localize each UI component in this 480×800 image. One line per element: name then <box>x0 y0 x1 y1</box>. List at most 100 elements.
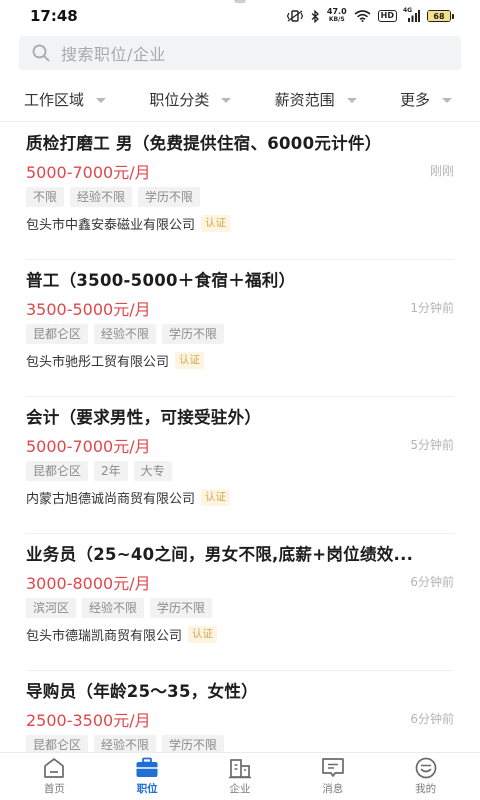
job-tag: 学历不限 <box>150 598 213 618</box>
job-tag: 滨河区 <box>26 598 77 618</box>
job-title: 会计（要求男性，可接受驻外） <box>26 408 262 427</box>
filter-bar: 工作区域 职位分类 薪资范围 更多 <box>0 78 480 122</box>
job-card[interactable]: 质检打磨工 男（免费提供住宿、6000元计件） 5000-7000元/月 刚刚 … <box>26 123 454 260</box>
job-tag: 学历不限 <box>162 324 225 344</box>
job-tag: 昆都仑区 <box>26 461 89 481</box>
job-list[interactable]: 质检打磨工 男（免费提供住宿、6000元计件） 5000-7000元/月 刚刚 … <box>0 123 480 753</box>
nav-companies[interactable]: 企业 <box>200 754 280 800</box>
hd-badge: HD <box>377 10 397 22</box>
job-title: 质检打磨工 男（免费提供住宿、6000元计件） <box>26 134 382 153</box>
signal-icon: 4G <box>403 7 420 22</box>
job-tag: 昆都仑区 <box>26 735 89 753</box>
battery-level: 68 <box>428 11 450 21</box>
search-icon <box>31 43 51 63</box>
nav-label: 职位 <box>136 783 158 795</box>
nav-label: 消息 <box>322 783 344 795</box>
search-input[interactable]: 搜索职位/企业 <box>19 36 461 70</box>
job-company: 包头市中鑫安泰磁业有限公司 认证 <box>26 214 231 233</box>
job-salary: 5000-7000元/月 <box>26 437 151 456</box>
filter-label: 工作区域 <box>24 91 85 109</box>
job-tags: 昆都仑区 经验不限 学历不限 <box>26 324 225 344</box>
filter-job-category[interactable]: 职位分类 <box>149 89 232 110</box>
job-post-time: 刚刚 <box>429 164 454 178</box>
job-tag: 昆都仑区 <box>26 324 89 344</box>
job-salary: 5000-7000元/月 <box>26 163 151 182</box>
job-salary: 3500-5000元/月 <box>26 300 151 319</box>
job-tags: 不限 经验不限 学历不限 <box>26 187 201 207</box>
job-company: 包头市德瑞凯商贸有限公司 认证 <box>26 625 218 644</box>
job-company: 包头市驰彤工贸有限公司 认证 <box>26 351 205 370</box>
job-tags: 昆都仑区 经验不限 学历不限 <box>26 735 225 753</box>
vibrate-icon <box>286 10 304 22</box>
wifi-icon <box>354 10 371 22</box>
caret-down-icon <box>96 98 107 103</box>
job-card[interactable]: 导购员（年龄25～35，女性） 2500-3500元/月 6分钟前 昆都仑区 经… <box>26 671 454 753</box>
caret-down-icon <box>346 98 357 103</box>
app-screen: 17:48 47.0 KB/S HD 4G 68 搜索职位/企业 工作区域 职位… <box>0 0 480 800</box>
message-icon <box>321 757 345 779</box>
job-salary: 3000-8000元/月 <box>26 574 151 593</box>
job-card[interactable]: 普工（3500-5000＋食宿＋福利） 3500-5000元/月 1分钟前 昆都… <box>26 260 454 397</box>
job-card[interactable]: 业务员（25~40之间，男女不限,底薪+岗位绩效... 3000-8000元/月… <box>26 534 454 671</box>
job-tag: 经验不限 <box>94 324 157 344</box>
job-card[interactable]: 会计（要求男性，可接受驻外） 5000-7000元/月 5分钟前 昆都仑区 2年… <box>26 397 454 534</box>
signal-label: 4G <box>403 7 413 14</box>
job-post-time: 6分钟前 <box>410 575 454 589</box>
filter-more[interactable]: 更多 <box>400 89 452 110</box>
status-time: 17:48 <box>30 7 78 25</box>
bluetooth-icon <box>311 9 320 23</box>
nav-label: 企业 <box>229 783 251 795</box>
verified-badge: 认证 <box>201 489 231 506</box>
battery-icon: 68 <box>427 10 454 22</box>
building-icon <box>228 757 252 779</box>
job-title: 普工（3500-5000＋食宿＋福利） <box>26 271 296 290</box>
nav-home[interactable]: 首页 <box>14 754 94 800</box>
nav-jobs[interactable]: 职位 <box>107 754 187 800</box>
job-title: 业务员（25~40之间，男女不限,底薪+岗位绩效... <box>26 545 414 564</box>
company-name: 包头市驰彤工贸有限公司 <box>26 355 170 370</box>
profile-icon <box>414 757 438 779</box>
caret-down-icon <box>442 98 452 103</box>
status-icons: 47.0 KB/S HD 4G 68 <box>286 7 454 24</box>
search-placeholder: 搜索职位/企业 <box>61 45 166 64</box>
job-post-time: 6分钟前 <box>410 712 454 726</box>
nav-profile[interactable]: 我的 <box>386 754 466 800</box>
status-bar: 17:48 47.0 KB/S HD 4G 68 <box>0 0 480 32</box>
job-company: 内蒙古旭德诚尚商贸有限公司 认证 <box>26 488 231 507</box>
verified-badge: 认证 <box>188 626 218 643</box>
job-title: 导购员（年龄25～35，女性） <box>26 682 258 701</box>
job-tag: 学历不限 <box>138 187 201 207</box>
top-notch <box>234 0 246 3</box>
company-name: 包头市德瑞凯商贸有限公司 <box>26 629 183 644</box>
filter-label: 更多 <box>399 91 430 109</box>
caret-down-icon <box>221 98 232 103</box>
filter-work-area[interactable]: 工作区域 <box>24 89 107 110</box>
company-name: 内蒙古旭德诚尚商贸有限公司 <box>26 492 196 507</box>
filter-label: 职位分类 <box>149 91 210 109</box>
net-speed-unit: KB/S <box>328 16 345 23</box>
job-tag: 不限 <box>26 187 65 207</box>
bottom-nav: 首页 职位 企业 消息 我的 <box>0 752 480 800</box>
nav-label: 首页 <box>43 783 65 795</box>
job-tag: 学历不限 <box>162 735 225 753</box>
job-salary: 2500-3500元/月 <box>26 711 151 730</box>
net-speed-value: 47.0 <box>326 7 347 16</box>
job-tags: 滨河区 经验不限 学历不限 <box>26 598 213 618</box>
filter-label: 薪资范围 <box>274 91 335 109</box>
nav-label: 我的 <box>415 783 437 795</box>
home-icon <box>42 757 66 779</box>
filter-salary-range[interactable]: 薪资范围 <box>275 89 357 110</box>
job-tags: 昆都仑区 2年 大专 <box>26 461 172 481</box>
nav-messages[interactable]: 消息 <box>293 754 373 800</box>
job-tag: 经验不限 <box>82 598 145 618</box>
verified-badge: 认证 <box>175 352 205 369</box>
verified-badge: 认证 <box>201 215 231 232</box>
job-tag: 大专 <box>133 461 172 481</box>
job-post-time: 5分钟前 <box>410 438 454 452</box>
job-tag: 经验不限 <box>70 187 133 207</box>
job-tag: 经验不限 <box>94 735 157 753</box>
briefcase-icon <box>135 757 159 779</box>
company-name: 包头市中鑫安泰磁业有限公司 <box>26 218 196 233</box>
job-tag: 2年 <box>94 461 128 481</box>
net-speed: 47.0 KB/S <box>327 8 347 24</box>
